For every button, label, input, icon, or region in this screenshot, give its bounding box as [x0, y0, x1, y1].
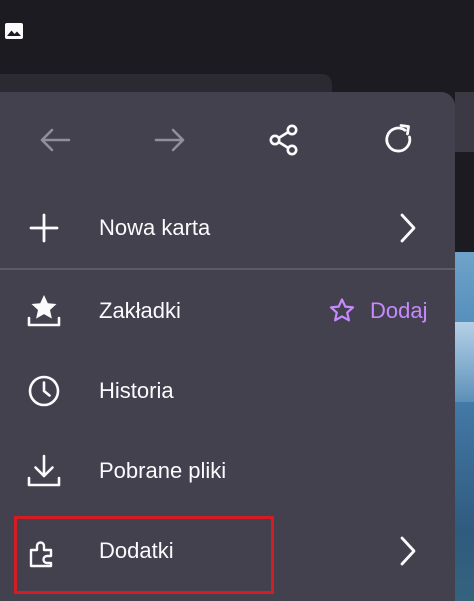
- share-icon: [269, 124, 298, 156]
- add-bookmark-button[interactable]: Dodaj: [328, 293, 427, 329]
- screen: Nowa karta Zakładki Dodaj Historia Pobra…: [0, 0, 474, 601]
- background-page-image: [455, 252, 474, 601]
- menu-item-addons[interactable]: Dodatki: [0, 511, 455, 591]
- arrow-left-icon: [40, 128, 71, 152]
- addons-label: Dodatki: [99, 538, 174, 563]
- image-icon: [5, 23, 23, 39]
- clock-icon: [26, 371, 62, 411]
- reload-button[interactable]: [379, 120, 419, 160]
- chevron-right-icon: [394, 533, 422, 569]
- menu-item-downloads[interactable]: Pobrane pliki: [0, 431, 455, 511]
- puzzle-icon: [26, 531, 62, 571]
- menu-item-bookmarks[interactable]: Zakładki Dodaj: [0, 271, 455, 351]
- star-outline-icon: [328, 297, 356, 325]
- share-button[interactable]: [264, 120, 304, 160]
- navigation-row: [0, 92, 455, 188]
- background-cloud: [455, 322, 474, 402]
- history-label: Historia: [99, 378, 174, 403]
- browser-main-menu: Nowa karta Zakładki Dodaj Historia Pobra…: [0, 92, 455, 601]
- star-tray-icon: [26, 291, 62, 331]
- background-page-strip: [455, 92, 474, 152]
- back-button[interactable]: [35, 120, 75, 160]
- bookmarks-label: Zakładki: [99, 298, 181, 323]
- menu-item-history[interactable]: Historia: [0, 351, 455, 431]
- add-bookmark-label: Dodaj: [370, 298, 428, 323]
- reload-icon: [385, 124, 412, 153]
- download-icon: [26, 451, 62, 491]
- status-bar: [0, 0, 474, 62]
- chevron-right-icon: [394, 210, 422, 246]
- downloads-label: Pobrane pliki: [99, 458, 227, 483]
- new-tab-label: Nowa karta: [99, 215, 211, 240]
- menu-item-new-tab[interactable]: Nowa karta: [0, 188, 455, 268]
- plus-icon: [26, 208, 62, 248]
- menu-divider: [0, 268, 455, 270]
- forward-button[interactable]: [150, 120, 190, 160]
- arrow-right-icon: [154, 128, 185, 152]
